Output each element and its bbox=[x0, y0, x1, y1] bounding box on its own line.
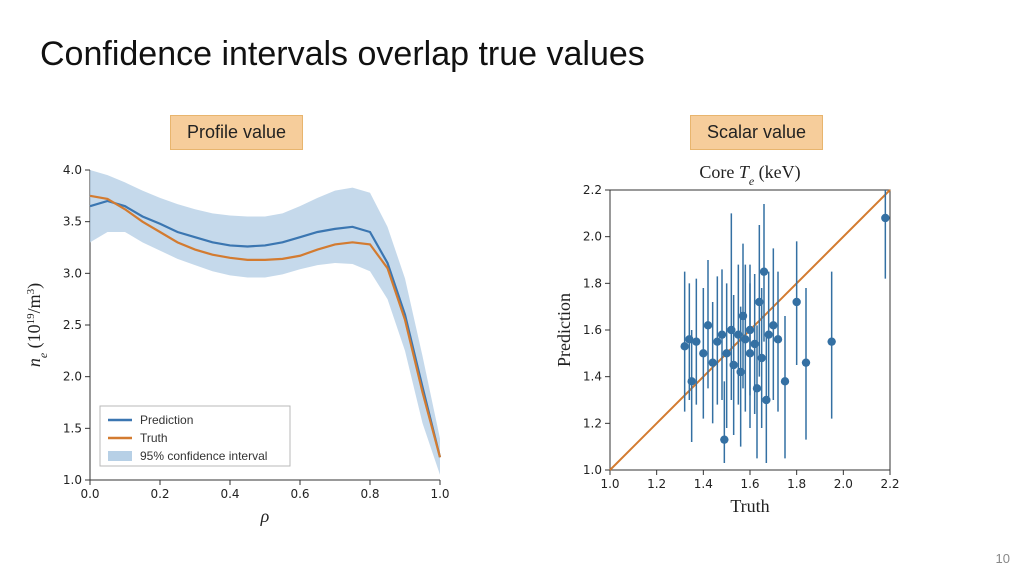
scatter-point bbox=[881, 214, 889, 222]
svg-text:2.0: 2.0 bbox=[63, 370, 82, 384]
svg-text:0.0: 0.0 bbox=[80, 487, 99, 501]
svg-text:0.6: 0.6 bbox=[290, 487, 309, 501]
svg-text:0.8: 0.8 bbox=[360, 487, 379, 501]
scatter-point bbox=[704, 321, 712, 329]
scatter-point bbox=[687, 377, 695, 385]
scatter-point bbox=[769, 321, 777, 329]
scatter-point bbox=[757, 354, 765, 362]
svg-text:1.6: 1.6 bbox=[740, 477, 759, 491]
svg-text:ρ: ρ bbox=[260, 506, 270, 526]
scatter-point bbox=[827, 337, 835, 345]
slide-title: Confidence intervals overlap true values bbox=[40, 35, 645, 74]
svg-text:1.6: 1.6 bbox=[583, 323, 602, 337]
svg-text:4.0: 4.0 bbox=[63, 163, 82, 177]
svg-text:2.0: 2.0 bbox=[583, 230, 602, 244]
svg-text:1.2: 1.2 bbox=[583, 416, 602, 430]
scatter-point bbox=[753, 384, 761, 392]
scatter-point bbox=[713, 337, 721, 345]
svg-text:1.2: 1.2 bbox=[647, 477, 666, 491]
slide: Confidence intervals overlap true values… bbox=[0, 0, 1024, 576]
scatter-point bbox=[680, 342, 688, 350]
svg-text:1.0: 1.0 bbox=[63, 473, 82, 487]
svg-text:0.2: 0.2 bbox=[150, 487, 169, 501]
scatter-point bbox=[718, 330, 726, 338]
svg-text:1.0: 1.0 bbox=[583, 463, 602, 477]
svg-text:1.8: 1.8 bbox=[583, 276, 602, 290]
profile-chart: 0.0 0.2 0.4 0.6 0.8 1.0 1.0 1.5 2.0 2.5 3.0 3.5 4.0 ρ… bbox=[20, 160, 450, 530]
svg-text:Prediction: Prediction bbox=[554, 293, 574, 367]
scatter-point bbox=[774, 335, 782, 343]
scatter-point bbox=[802, 358, 810, 366]
svg-text:2.2: 2.2 bbox=[583, 183, 602, 197]
svg-text:1.8: 1.8 bbox=[787, 477, 806, 491]
label-scalar: Scalar value bbox=[690, 115, 823, 150]
svg-text:95% confidence interval: 95% confidence interval bbox=[140, 449, 267, 463]
scatter-point bbox=[760, 267, 768, 275]
scatter-point bbox=[708, 358, 716, 366]
scatter-point bbox=[692, 337, 700, 345]
scalar-chart: 1.0 1.2 1.4 1.6 1.8 2.0 2.2 1.0 1.2 1.4 1.6 1.8 2.0 2… bbox=[550, 160, 900, 520]
legend: Prediction Truth 95% confidence interval bbox=[100, 406, 290, 466]
scatter-point bbox=[746, 349, 754, 357]
svg-text:0.4: 0.4 bbox=[220, 487, 239, 501]
svg-text:Truth: Truth bbox=[140, 431, 168, 445]
scatter-point bbox=[720, 435, 728, 443]
svg-text:Core Te (keV): Core Te (keV) bbox=[699, 162, 800, 188]
svg-text:Truth: Truth bbox=[730, 496, 769, 516]
svg-text:1.4: 1.4 bbox=[583, 370, 602, 384]
scatter-point bbox=[764, 330, 772, 338]
svg-text:1.0: 1.0 bbox=[430, 487, 449, 501]
svg-text:2.5: 2.5 bbox=[63, 318, 82, 332]
scatter-point bbox=[699, 349, 707, 357]
svg-text:3.5: 3.5 bbox=[63, 215, 82, 229]
scatter-point bbox=[722, 349, 730, 357]
page-number: 10 bbox=[996, 551, 1010, 566]
svg-text:Prediction: Prediction bbox=[140, 413, 193, 427]
svg-text:1.5: 1.5 bbox=[63, 421, 82, 435]
label-profile: Profile value bbox=[170, 115, 303, 150]
scatter-point bbox=[792, 298, 800, 306]
scatter-point bbox=[741, 335, 749, 343]
svg-text:ne (1019/m3): ne (1019/m3) bbox=[24, 283, 50, 367]
scatter-point bbox=[781, 377, 789, 385]
svg-text:3.0: 3.0 bbox=[63, 266, 82, 280]
svg-text:1.0: 1.0 bbox=[600, 477, 619, 491]
svg-text:2.2: 2.2 bbox=[880, 477, 899, 491]
svg-text:2.0: 2.0 bbox=[834, 477, 853, 491]
svg-text:1.4: 1.4 bbox=[694, 477, 713, 491]
scatter-point bbox=[729, 361, 737, 369]
